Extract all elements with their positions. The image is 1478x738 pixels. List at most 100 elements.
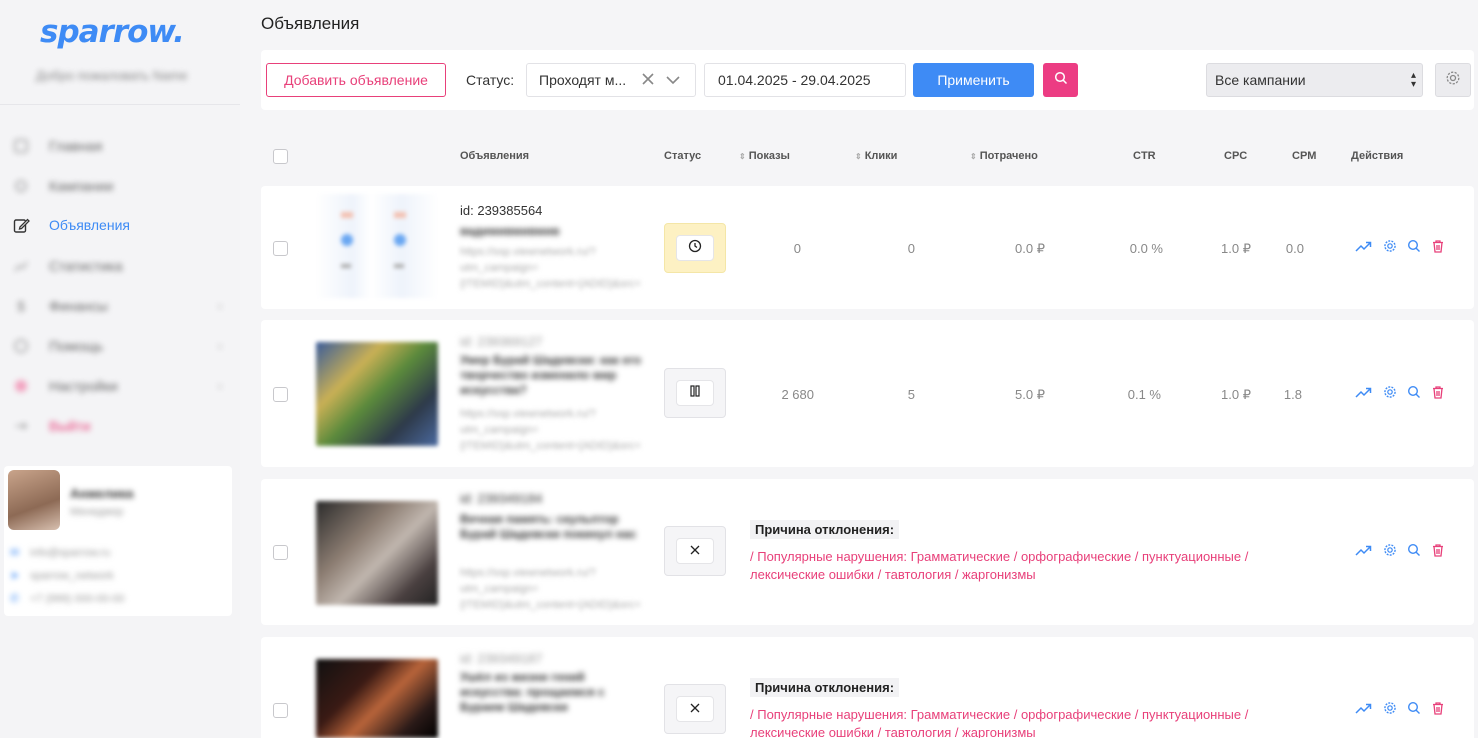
table-settings-button[interactable] <box>1435 63 1471 97</box>
campaign-icon <box>12 177 30 195</box>
pause-icon <box>689 384 701 402</box>
close-icon <box>690 700 700 718</box>
table-row: id: 239385564 вадимивмивмив https://ssp.… <box>261 186 1474 309</box>
row-actions <box>1355 701 1455 715</box>
ad-link[interactable]: https://ssp.viewnetwork.ru/?utm_campaign… <box>460 244 645 292</box>
row-checkbox[interactable] <box>273 545 288 560</box>
search-icon[interactable] <box>1407 385 1421 399</box>
search-icon[interactable] <box>1407 701 1421 715</box>
status-inner <box>676 538 714 564</box>
header-clicks[interactable]: ⇕ Клики <box>855 150 897 162</box>
sort-icon: ⇕ <box>739 152 746 161</box>
sidebar-item-label: Помощь <box>49 338 104 354</box>
stats-trend-icon[interactable] <box>1355 239 1373 253</box>
header-actions: Действия <box>1351 150 1404 162</box>
impressions-cell: 2 680 <box>781 387 814 402</box>
gear-icon[interactable] <box>1383 385 1397 399</box>
sidebar-item-settings[interactable]: Настройки › <box>12 374 222 398</box>
sidebar-item-label: Кампании <box>49 178 114 194</box>
email-text: info@sparrow.ru <box>30 546 111 559</box>
apply-button[interactable]: Применить <box>913 63 1034 97</box>
sidebar-item-finance[interactable]: $ Финансы › <box>12 294 222 318</box>
sidebar-item-ads[interactable]: Объявления <box>12 213 222 237</box>
sidebar-item-home[interactable]: Главная <box>12 134 222 158</box>
clear-icon[interactable] <box>641 72 655 88</box>
campaign-select[interactable]: Все кампании ▴ ▾ <box>1206 63 1423 97</box>
ad-id: id: 239349187 <box>460 651 543 666</box>
ad-title[interactable]: Умер Бурай Шадевски: как его творчество … <box>460 353 645 398</box>
sort-icon: ⇕ <box>970 152 977 161</box>
welcome-text: Добро пожаловать Name <box>36 68 188 83</box>
sidebar-item-label: Финансы <box>49 298 108 314</box>
user-telegram[interactable]: ➤ sparrow_network <box>10 569 114 583</box>
header-ads: Объявления <box>460 150 530 162</box>
header-cpm: CPM <box>1292 150 1317 162</box>
status-badge-rejected <box>664 526 726 576</box>
row-actions <box>1355 239 1455 253</box>
status-inner <box>676 696 714 722</box>
search-icon[interactable] <box>1407 543 1421 557</box>
search-button[interactable] <box>1043 63 1078 97</box>
gear-icon[interactable] <box>1383 701 1397 715</box>
status-badge-pending <box>664 223 726 273</box>
sidebar-item-campaigns[interactable]: Кампании <box>12 174 222 198</box>
ad-title[interactable]: вадимивмивмив <box>460 224 645 239</box>
row-checkbox[interactable] <box>273 387 288 402</box>
chevron-down-icon[interactable] <box>665 72 681 91</box>
header-label: Потрачено <box>979 150 1038 162</box>
trash-icon[interactable] <box>1431 385 1445 399</box>
gear-icon[interactable] <box>1383 543 1397 557</box>
clicks-cell: 0 <box>907 241 915 256</box>
spent-cell: 0.0 ₽ <box>1015 241 1045 256</box>
sidebar-item-label: Статистика <box>49 258 123 274</box>
status-select[interactable]: Проходят м... <box>526 63 696 97</box>
logout-icon <box>12 417 30 435</box>
edit-icon <box>12 216 30 234</box>
logo[interactable]: sparrow. <box>40 14 185 50</box>
table-header: Объявления Статус ⇕ Показы ⇕ Клики ⇕ Потрач… <box>261 140 1474 172</box>
user-email[interactable]: ✉ info@sparrow.ru <box>10 546 111 560</box>
status-inner <box>676 235 714 261</box>
header-impressions[interactable]: ⇕ Показы <box>739 150 790 162</box>
close-icon <box>690 542 700 560</box>
sidebar-item-help[interactable]: Помощь › <box>12 334 222 358</box>
chevron-right-icon: › <box>218 299 222 313</box>
stats-trend-icon[interactable] <box>1355 543 1373 557</box>
sidebar-item-label: Объявления <box>49 217 130 233</box>
ad-link[interactable]: https://ssp.viewnetwork.ru/?utm_campaign… <box>460 406 645 454</box>
row-checkbox[interactable] <box>273 241 288 256</box>
status-badge-rejected <box>664 684 726 734</box>
sidebar-item-label: Главная <box>49 138 103 154</box>
sidebar-item-logout[interactable]: Выйти <box>12 414 222 438</box>
stats-trend-icon[interactable] <box>1355 701 1373 715</box>
add-ad-button[interactable]: Добавить объявление <box>266 63 446 97</box>
trash-icon[interactable] <box>1431 701 1445 715</box>
ad-title[interactable]: Вечная память: скульптор Бурай Шадевски … <box>460 512 645 542</box>
row-checkbox[interactable] <box>273 703 288 718</box>
money-icon: $ <box>17 298 25 314</box>
header-spent[interactable]: ⇕ Потрачено <box>970 150 1038 162</box>
trash-icon[interactable] <box>1431 543 1445 557</box>
sidebar-item-stats[interactable]: Статистика <box>12 254 222 278</box>
ad-title[interactable]: Ушёл из жизни гений искусства: прощаемся… <box>460 670 645 715</box>
header-label: Клики <box>864 150 898 162</box>
ad-thumbnail <box>316 659 438 738</box>
date-range-input[interactable]: 01.04.2025 - 29.04.2025 <box>704 63 906 97</box>
status-badge-paused <box>664 368 726 418</box>
sidebar-item-label: Настройки <box>49 378 118 394</box>
chevron-right-icon: › <box>218 339 222 353</box>
ctr-cell: 0.0 % <box>1129 241 1163 256</box>
gear-icon[interactable] <box>1383 239 1397 253</box>
avatar <box>8 470 60 530</box>
search-icon[interactable] <box>1407 239 1421 253</box>
select-all-checkbox[interactable] <box>273 149 288 164</box>
ad-link[interactable]: https://ssp.viewnetwork.ru/?utm_campaign… <box>460 565 645 613</box>
spent-cell: 5.0 ₽ <box>1015 387 1045 402</box>
user-card: Анжелика Менеджер ✉ info@sparrow.ru ➤ sp… <box>4 466 232 616</box>
user-phone[interactable]: ✆ +7 (999) 000-00-00 <box>10 592 124 606</box>
status-inner <box>676 380 714 406</box>
cpm-cell: 0.0 <box>1285 241 1304 256</box>
trash-icon[interactable] <box>1431 239 1445 253</box>
user-name: Анжелика <box>70 486 134 501</box>
stats-trend-icon[interactable] <box>1355 385 1373 399</box>
